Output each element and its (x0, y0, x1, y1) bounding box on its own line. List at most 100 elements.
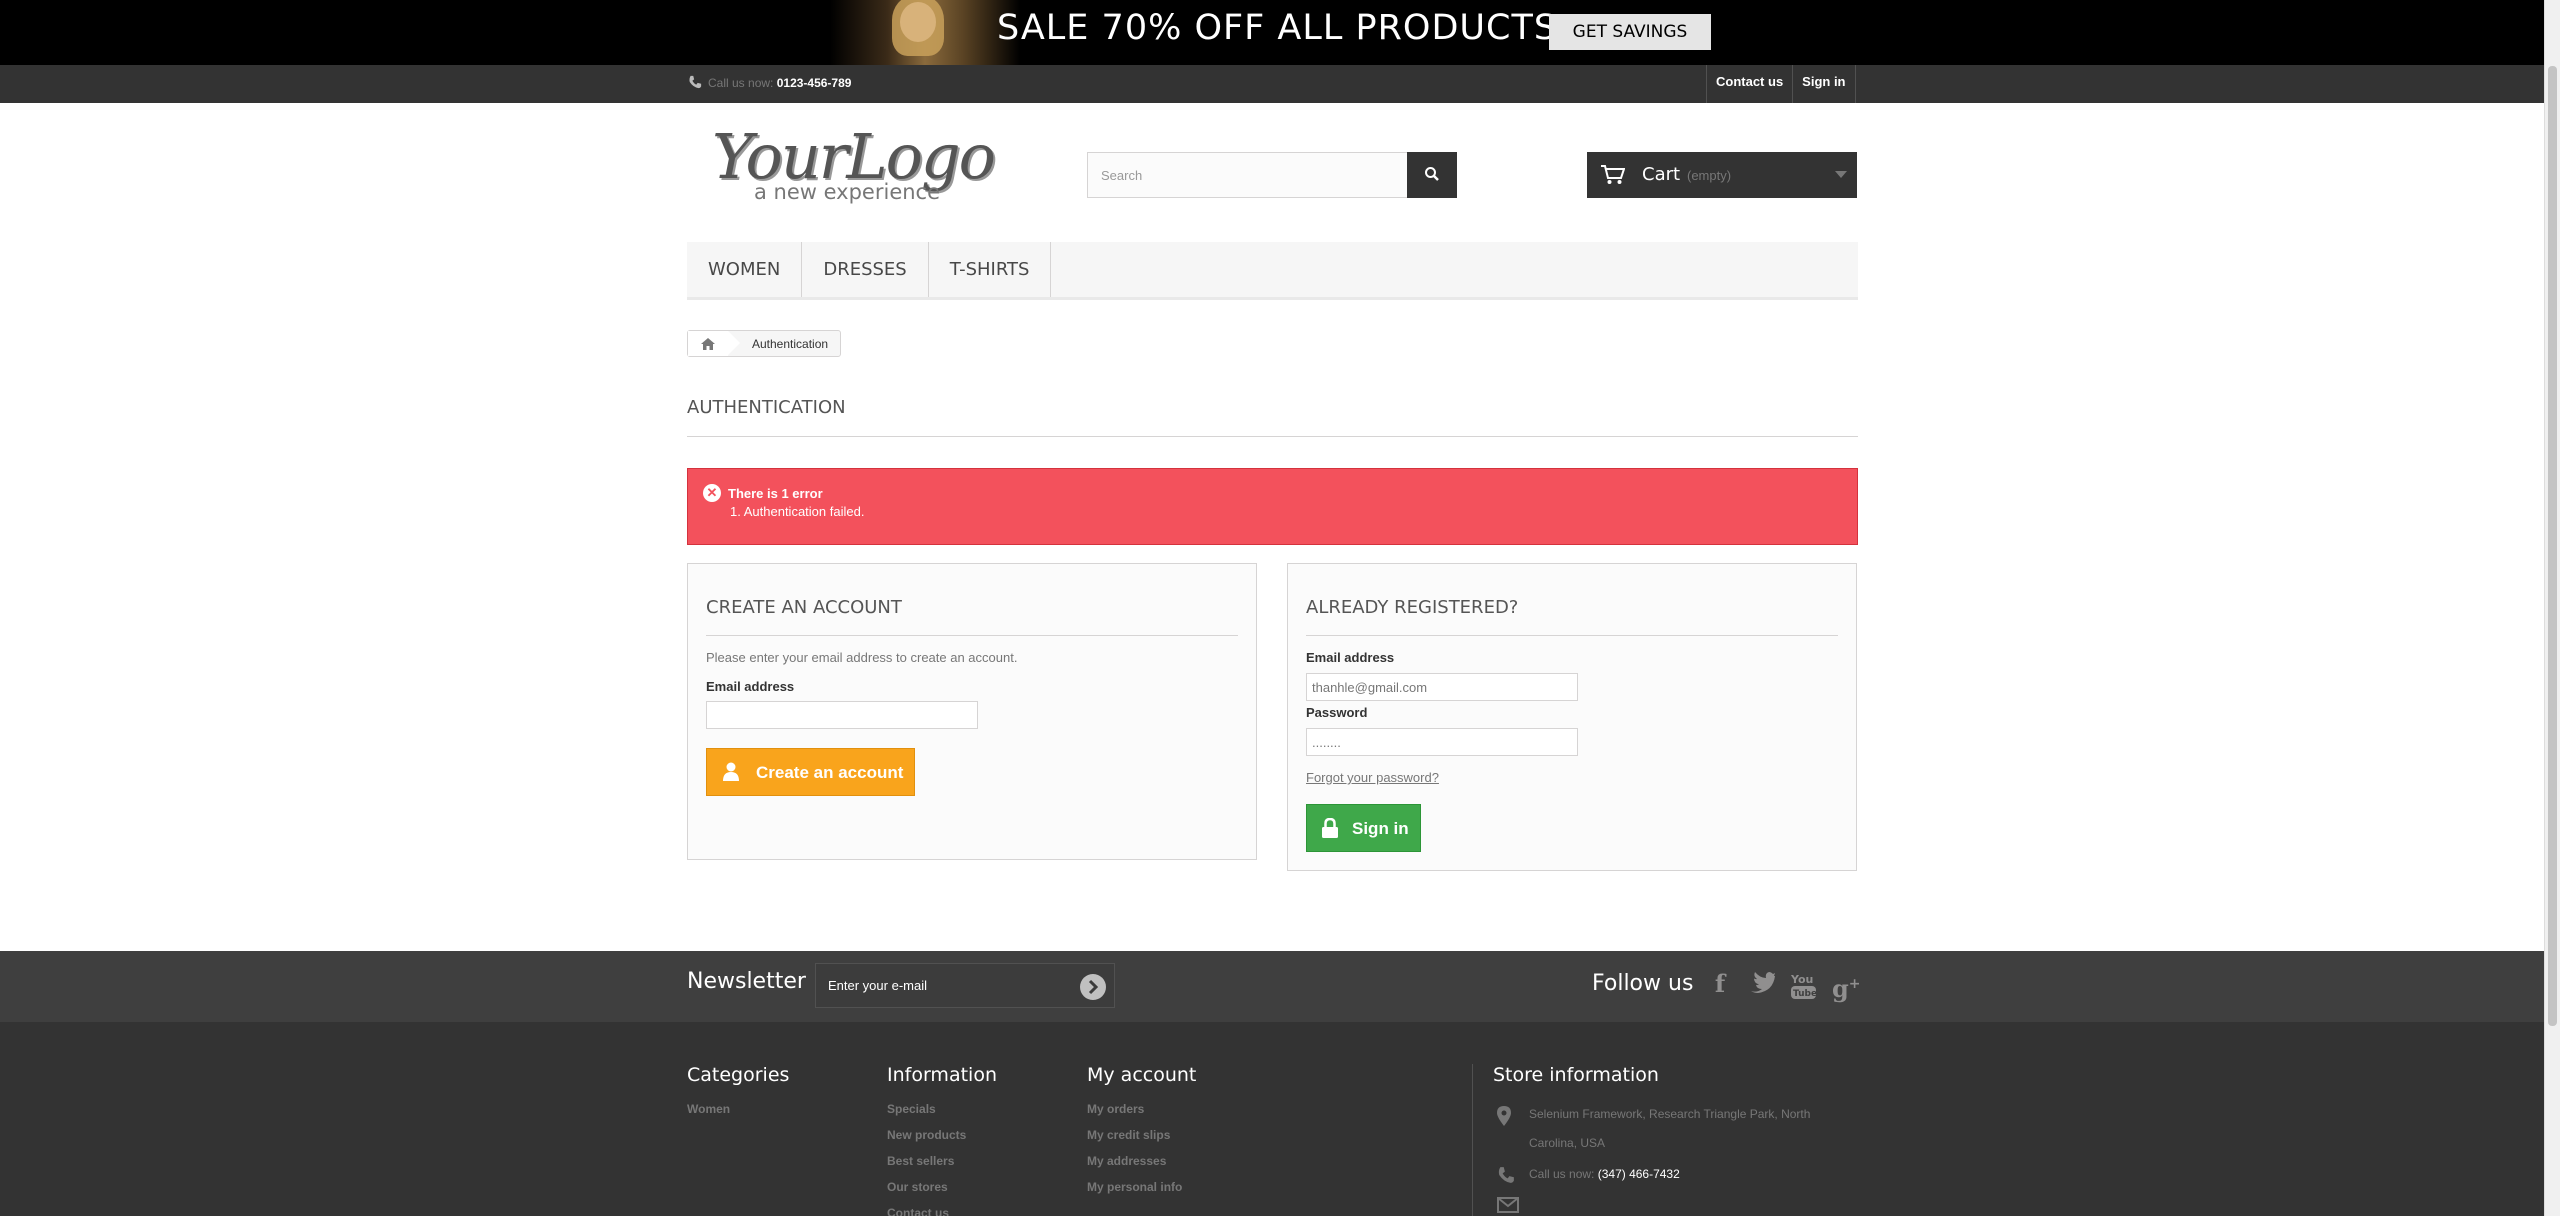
twitter-icon[interactable] (1748, 967, 1776, 1001)
password-field[interactable] (1306, 728, 1578, 756)
newsletter-email-input[interactable] (816, 964, 1066, 1007)
site-logo[interactable]: YourLogo a new experience (712, 120, 1002, 210)
footer-categories-title: Categories (687, 1064, 790, 1086)
search-box (1087, 152, 1457, 198)
divider (1472, 1064, 1473, 1216)
logo-tagline: a new experience (754, 180, 941, 204)
store-call-label: Call us now: (1529, 1167, 1595, 1181)
chevron-down-icon (1835, 171, 1847, 178)
user-icon (723, 762, 739, 781)
sign-in-button-label: Sign in (1352, 819, 1409, 838)
menu-item-dresses[interactable]: DRESSES (802, 242, 929, 297)
footer-link-specials[interactable]: Specials (887, 1096, 997, 1122)
footer-my-account: My account My orders My credit slips My … (1087, 1064, 1196, 1200)
divider (706, 635, 1238, 636)
footer-link-contact-us[interactable]: Contact us (887, 1200, 997, 1216)
page-scrollbar[interactable] (2544, 0, 2560, 1216)
store-information: Store information Selenium Framework, Re… (1493, 1064, 1853, 1213)
create-email-field[interactable] (706, 701, 978, 729)
top-links: Contact us Sign in (1706, 65, 1856, 103)
cart-status: (empty) (1687, 168, 1732, 183)
cart-label: Cart (1642, 164, 1681, 185)
svg-text:Tube: Tube (1793, 989, 1817, 999)
footer: Categories Women Information Specials Ne… (0, 1022, 2544, 1216)
create-email-label: Email address (706, 679, 795, 694)
store-information-title: Store information (1493, 1064, 1659, 1086)
sign-in-link[interactable]: Sign in (1793, 65, 1856, 103)
create-account-title: CREATE AN ACCOUNT (706, 597, 902, 618)
newsletter-form (815, 963, 1115, 1008)
footer-information-title: Information (887, 1064, 997, 1086)
contact-us-link[interactable]: Contact us (1707, 65, 1794, 103)
error-heading: There is 1 error (728, 486, 823, 501)
call-us-text: Call us now: 0123-456-789 (688, 75, 851, 90)
store-phone: Call us now: (347) 466-7432 (1493, 1160, 1853, 1189)
store-phone-number: (347) 466-7432 (1597, 1167, 1680, 1181)
login-email-field[interactable] (1306, 673, 1578, 701)
promo-banner[interactable]: SALE 70% OFF ALL PRODUCTS GET SAVINGS NO… (0, 0, 2544, 65)
password-label: Password (1306, 705, 1368, 720)
sign-in-button[interactable]: Sign in (1306, 804, 1421, 852)
newsletter-submit-button[interactable] (1080, 974, 1106, 1000)
phone-icon (689, 75, 702, 89)
footer-link-my-addresses[interactable]: My addresses (1087, 1148, 1196, 1174)
login-email-label: Email address (1306, 650, 1395, 665)
youtube-icon[interactable]: You Tube (1790, 967, 1818, 1001)
page-title: AUTHENTICATION (687, 397, 846, 418)
forgot-password-link[interactable]: Forgot your password? (1306, 770, 1439, 785)
lock-icon (1322, 818, 1338, 838)
store-address-text: Selenium Framework, Research Triangle Pa… (1529, 1107, 1811, 1150)
newsletter-bar: Newsletter Follow us f You Tube g+ (0, 951, 2544, 1022)
create-account-button-label: Create an account (756, 763, 904, 782)
footer-link-women[interactable]: Women (687, 1096, 789, 1122)
banner-headline: SALE 70% OFF ALL PRODUCTS (997, 8, 1558, 48)
social-links: f You Tube g+ (1706, 967, 1861, 1003)
cart-button[interactable]: Cart (empty) (1587, 152, 1857, 198)
search-button[interactable] (1407, 152, 1457, 198)
map-marker-icon (1497, 1106, 1511, 1126)
footer-link-my-credit-slips[interactable]: My credit slips (1087, 1122, 1196, 1148)
banner-model-image (830, 0, 1020, 65)
main-menu: WOMEN DRESSES T-SHIRTS (687, 242, 1858, 300)
footer-link-our-stores[interactable]: Our stores (887, 1174, 997, 1200)
divider (687, 436, 1858, 437)
menu-item-women[interactable]: WOMEN (687, 242, 803, 297)
error-icon: ✕ (703, 484, 721, 502)
arrow-right-icon (1088, 979, 1099, 995)
store-address: Selenium Framework, Research Triangle Pa… (1493, 1100, 1853, 1158)
error-alert: ✕ There is 1 error 1. Authentication fai… (687, 468, 1858, 545)
login-panel: ALREADY REGISTERED? Email address Passwo… (1287, 563, 1857, 871)
call-label: Call us now: (708, 76, 774, 90)
search-icon (1425, 166, 1439, 181)
login-title: ALREADY REGISTERED? (1306, 597, 1519, 618)
google-plus-icon[interactable]: g+ (1832, 967, 1861, 1003)
footer-link-new-products[interactable]: New products (887, 1122, 997, 1148)
create-account-panel: CREATE AN ACCOUNT Please enter your emai… (687, 563, 1257, 860)
newsletter-title: Newsletter (687, 969, 806, 994)
follow-us-title: Follow us (1592, 971, 1694, 996)
error-item: 1. Authentication failed. (730, 504, 865, 519)
search-input[interactable] (1088, 153, 1408, 197)
get-savings-button[interactable]: GET SAVINGS NOW (1549, 14, 1711, 65)
breadcrumb-home[interactable] (688, 331, 740, 356)
envelope-icon (1497, 1197, 1519, 1213)
footer-link-my-personal-info[interactable]: My personal info (1087, 1174, 1196, 1200)
footer-link-my-orders[interactable]: My orders (1087, 1096, 1196, 1122)
breadcrumb: Authentication (687, 330, 842, 357)
breadcrumb-current: Authentication (752, 336, 829, 351)
svg-text:You: You (1790, 973, 1813, 986)
top-bar: Call us now: 0123-456-789 Contact us Sig… (0, 65, 2544, 103)
facebook-icon[interactable]: f (1706, 967, 1734, 1001)
cart-icon (1601, 165, 1625, 184)
menu-item-tshirts[interactable]: T-SHIRTS (929, 242, 1052, 297)
footer-categories: Categories Women (687, 1064, 789, 1122)
footer-link-best-sellers[interactable]: Best sellers (887, 1148, 997, 1174)
create-account-button[interactable]: Create an account (706, 748, 915, 796)
create-account-description: Please enter your email address to creat… (706, 650, 1018, 665)
call-phone: 0123-456-789 (776, 76, 852, 90)
scrollbar-thumb[interactable] (2548, 66, 2557, 1026)
home-icon (701, 337, 715, 350)
footer-my-account-title: My account (1087, 1064, 1197, 1086)
footer-information: Information Specials New products Best s… (887, 1064, 997, 1216)
divider (1306, 635, 1838, 636)
